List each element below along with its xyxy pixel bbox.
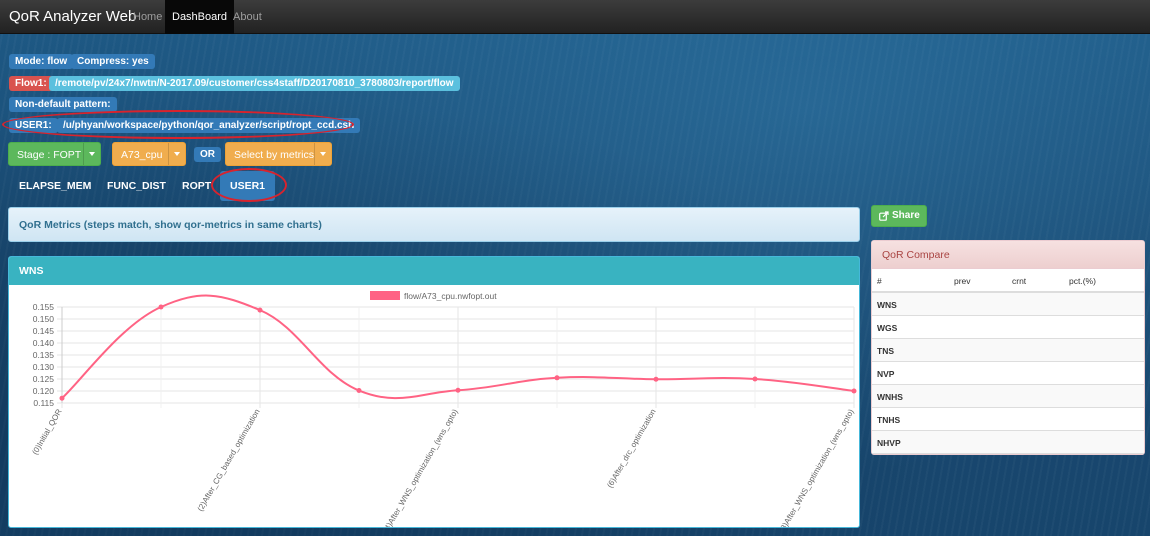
flow-label: Flow1: <box>9 76 53 91</box>
x-tick-label: (2)After_CG_based_optimization <box>196 408 262 513</box>
x-tick-label: (6)After_drc_optimization <box>605 408 657 490</box>
chart-panel-title: WNS <box>9 257 859 285</box>
nav-about[interactable]: About <box>226 0 269 34</box>
tab-elapse-mem[interactable]: ELAPSE_MEM <box>9 171 101 201</box>
legend-label: flow/A73_cpu.nwfopt.out <box>404 291 497 301</box>
y-tick-label: 0.155 <box>33 302 55 312</box>
share-icon <box>879 211 889 221</box>
brand-title[interactable]: QoR Analyzer Web <box>9 8 136 25</box>
x-tick-label: (0)Initial_QOR <box>30 407 63 456</box>
stage-dropdown[interactable]: Stage : FOPT <box>8 142 101 166</box>
metric-name: NHVP <box>877 438 901 448</box>
compress-label: Compress: yes <box>71 54 155 69</box>
data-point <box>851 388 857 394</box>
y-tick-label: 0.120 <box>33 386 55 396</box>
table-row: NVP <box>872 362 1144 385</box>
navbar: QoR Analyzer Web Home DashBoard About <box>0 0 1150 34</box>
caret-down-icon <box>89 152 95 156</box>
table-row: WGS <box>872 316 1144 339</box>
metrics-dropdown-toggle[interactable] <box>314 143 331 165</box>
y-tick-label: 0.135 <box>33 350 55 360</box>
y-tick-label: 0.145 <box>33 326 55 336</box>
data-point <box>257 307 263 313</box>
nav-home[interactable]: Home <box>126 0 169 34</box>
data-point <box>59 395 65 401</box>
table-row: WNS <box>872 293 1144 316</box>
caret-down-icon <box>320 152 326 156</box>
nondefault-pattern-label: Non-default pattern: <box>9 97 117 112</box>
legend-swatch <box>370 291 400 300</box>
tab-func-dist[interactable]: FUNC_DIST <box>97 171 176 201</box>
share-button-label: Share <box>892 210 920 221</box>
data-point <box>653 376 659 382</box>
metric-name: TNHS <box>877 415 901 425</box>
metric-name: WNHS <box>877 392 903 402</box>
qor-compare-title: QoR Compare <box>872 241 1144 269</box>
caret-down-icon <box>174 152 180 156</box>
flow-path-label: /remote/pv/24x7/nwtn/N-2017.09/customer/… <box>49 76 460 91</box>
design-dropdown-toggle[interactable] <box>168 143 185 165</box>
wns-line-chart: 0.155 0.150 0.145 0.140 0.135 0.130 0.125 0.120… <box>30 291 857 527</box>
nav-dashboard[interactable]: DashBoard <box>165 0 235 34</box>
col-header-pct: pct.(%) <box>1069 276 1096 286</box>
y-tick-label: 0.140 <box>33 338 55 348</box>
design-dropdown-label: A73_cpu <box>121 149 163 161</box>
col-header-crnt: crnt <box>1012 276 1027 286</box>
user-path-label: /u/phyan/workspace/python/qor_analyzer/s… <box>57 118 361 133</box>
metric-name: WNS <box>877 300 897 310</box>
data-point <box>752 376 758 382</box>
metric-name: TNS <box>877 346 894 356</box>
data-point <box>455 387 461 393</box>
y-tick-label: 0.125 <box>33 374 55 384</box>
y-tick-label: 0.130 <box>33 362 55 372</box>
qor-compare-table: # prev crnt pct.(%) WNS WGS TNS NVP WNHS… <box>872 269 1144 454</box>
tab-ropt[interactable]: ROPT <box>172 171 221 201</box>
data-point <box>356 388 362 394</box>
stage-dropdown-label: Stage : FOPT <box>17 149 82 161</box>
wns-chart-panel: WNS 0.155 0.150 0.145 0.140 0.135 0.130 0.125 0… <box>8 256 860 528</box>
metrics-dropdown[interactable]: Select by metrics <box>225 142 332 166</box>
metrics-dropdown-label: Select by metrics <box>234 149 314 161</box>
table-header-row: # prev crnt pct.(%) <box>872 269 1144 293</box>
x-tick-label: (8)After_WNS_optimization_(wns_opto) <box>777 407 855 527</box>
data-point <box>158 304 164 310</box>
metric-name: WGS <box>877 323 898 333</box>
col-header-prev: prev <box>954 276 971 286</box>
stage-dropdown-toggle[interactable] <box>83 143 100 165</box>
data-point <box>554 375 560 381</box>
y-tick-label: 0.115 <box>33 398 54 408</box>
or-label: OR <box>194 147 221 162</box>
metric-name: NVP <box>877 369 895 379</box>
x-tick-label: (4)After_WNS_optimization_(wns_opto) <box>381 407 459 527</box>
table-row: TNHS <box>872 408 1144 431</box>
share-button[interactable]: Share <box>871 205 927 227</box>
mode-label: Mode: flow <box>9 54 74 69</box>
tab-user1[interactable]: USER1 <box>220 171 276 201</box>
table-row: WNHS <box>872 385 1144 408</box>
y-tick-label: 0.150 <box>33 314 55 324</box>
design-dropdown[interactable]: A73_cpu <box>112 142 186 166</box>
user-label: USER1: <box>9 118 58 133</box>
table-row: NHVP <box>872 431 1144 454</box>
table-row: TNS <box>872 339 1144 362</box>
qor-metrics-info-panel: QoR Metrics (steps match, show qor-metri… <box>8 207 860 242</box>
col-header-num: # <box>877 276 882 286</box>
qor-compare-panel: QoR Compare # prev crnt pct.(%) WNS WGS … <box>871 240 1145 455</box>
